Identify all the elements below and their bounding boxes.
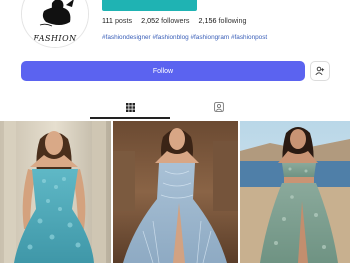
posts-count: 111: [102, 16, 113, 25]
posts-grid: [0, 121, 350, 263]
top-banner-button[interactable]: [102, 0, 197, 11]
post-image-turquoise-gown: [0, 121, 111, 263]
following-count: 2,156: [198, 16, 217, 25]
profile-avatar[interactable]: FASHION: [21, 0, 89, 48]
logo-text: FASHION: [33, 34, 77, 43]
post-thumbnail[interactable]: [0, 121, 111, 263]
followers-count: 2,052: [141, 16, 160, 25]
followers-stat[interactable]: 2,052 followers: [141, 16, 189, 25]
bio-hashtags[interactable]: #fashiondesigner #fashionblog #fashiongr…: [102, 34, 267, 41]
tab-posts-grid[interactable]: [123, 100, 137, 114]
post-thumbnail[interactable]: [240, 121, 350, 263]
grid-icon: [125, 102, 135, 112]
post-thumbnail[interactable]: [113, 121, 238, 263]
post-image-sage-gown: [240, 121, 350, 263]
posts-label: posts: [114, 16, 133, 25]
person-add-icon: [315, 66, 325, 76]
follow-button[interactable]: Follow: [21, 61, 305, 81]
add-user-button[interactable]: [310, 61, 330, 81]
following-stat[interactable]: 2,156 following: [199, 16, 247, 25]
posts-stat[interactable]: 111 posts: [102, 16, 132, 25]
profile-stats: 111 posts 2,052 followers 2,156 followin…: [102, 16, 253, 25]
followers-label: followers: [161, 16, 190, 25]
following-label: following: [218, 16, 247, 25]
post-image-pale-blue-gown: [113, 121, 238, 263]
tagged-user-icon: [214, 102, 224, 112]
tab-tagged[interactable]: [212, 100, 226, 114]
active-tab-indicator: [90, 117, 170, 119]
